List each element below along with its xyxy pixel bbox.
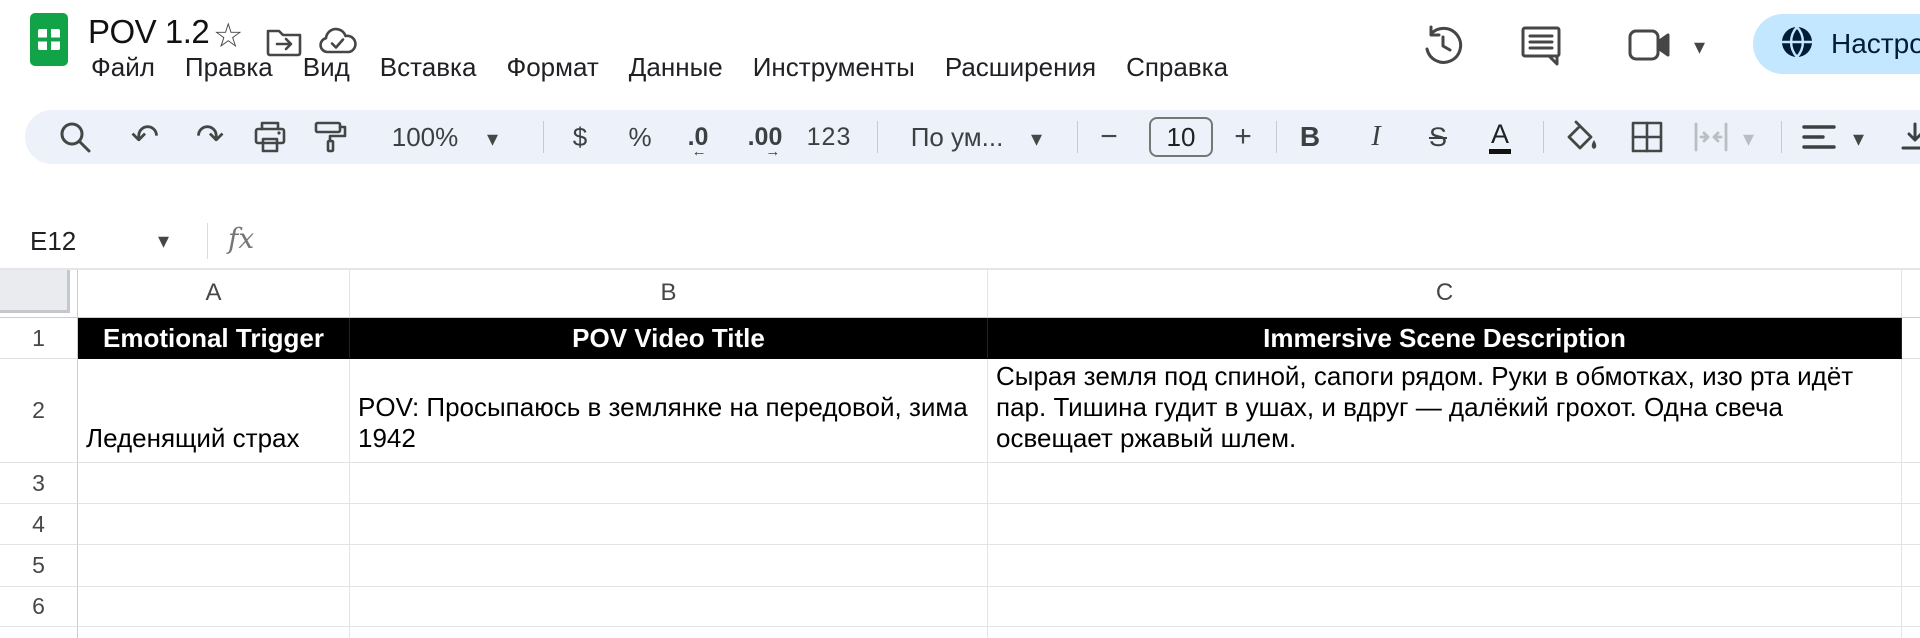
- cell-C1[interactable]: Immersive Scene Description: [988, 318, 1902, 359]
- cell-A6[interactable]: [78, 587, 350, 627]
- globe-icon: [1779, 24, 1815, 65]
- menu-item-view[interactable]: Вид: [288, 50, 365, 85]
- font-select[interactable]: По ум...: [897, 110, 1017, 164]
- row-header-1[interactable]: 1: [0, 318, 78, 359]
- horizontal-align-dropdown-icon: ▾: [1853, 126, 1865, 151]
- cell-A3[interactable]: [78, 463, 350, 504]
- cell-D5-partial[interactable]: [1902, 545, 1920, 587]
- fill-color-icon[interactable]: [1557, 110, 1605, 164]
- cell-D4-partial[interactable]: [1902, 504, 1920, 545]
- cell-C7-partial[interactable]: [988, 627, 1902, 638]
- cell-B6[interactable]: [350, 587, 988, 627]
- row-header-2[interactable]: 2: [0, 359, 78, 463]
- cell-A5[interactable]: [78, 545, 350, 587]
- share-button[interactable]: Настро: [1753, 14, 1920, 74]
- number-format-button[interactable]: 123: [801, 110, 857, 164]
- formula-bar: E12 ▾ fx: [0, 212, 1920, 270]
- row-header-6[interactable]: 6: [0, 587, 78, 627]
- menu-item-help[interactable]: Справка: [1111, 50, 1243, 85]
- cell-A4[interactable]: [78, 504, 350, 545]
- row-header-7-partial[interactable]: [0, 627, 78, 638]
- strikethrough-button[interactable]: S: [1415, 110, 1461, 164]
- font-size-input[interactable]: 10: [1149, 117, 1213, 157]
- cell-B5[interactable]: [350, 545, 988, 587]
- version-history-icon[interactable]: [1420, 22, 1466, 68]
- cell-B2[interactable]: POV: Просыпаюсь в землянке на передовой,…: [350, 359, 988, 463]
- cell-B7-partial[interactable]: [350, 627, 988, 638]
- menu-item-extensions[interactable]: Расширения: [930, 50, 1111, 85]
- text-color-button[interactable]: A: [1477, 110, 1523, 164]
- cell-D2-partial[interactable]: [1902, 359, 1920, 463]
- row-header-3[interactable]: 3: [0, 463, 78, 504]
- cell-D3-partial[interactable]: [1902, 463, 1920, 504]
- cell-B1[interactable]: POV Video Title: [350, 318, 988, 359]
- cell-D1-partial[interactable]: [1902, 318, 1920, 359]
- search-icon[interactable]: [53, 110, 97, 164]
- horizontal-align-icon[interactable]: [1795, 110, 1843, 164]
- cell-C2[interactable]: Сырая земля под спиной, сапоги рядом. Ру…: [988, 359, 1902, 463]
- column-header-D-partial[interactable]: [1902, 270, 1920, 318]
- video-call-dropdown-icon[interactable]: ▾: [1694, 34, 1705, 60]
- sheets-logo[interactable]: [30, 13, 68, 66]
- column-header-A[interactable]: A: [78, 270, 350, 318]
- merge-dropdown-icon: ▾: [1743, 126, 1755, 151]
- decrease-font-size-button[interactable]: −: [1087, 110, 1131, 164]
- borders-icon[interactable]: [1623, 110, 1671, 164]
- zoom-select[interactable]: 100%: [377, 110, 473, 164]
- row-header-4[interactable]: 4: [0, 504, 78, 545]
- menu-item-data[interactable]: Данные: [614, 50, 738, 85]
- decrease-decimal-button[interactable]: .0 ←: [673, 110, 723, 164]
- toolbar: ↶ ↷ 100% ▾ $ % .0 ← .00 → 123 По ум... ▾…: [25, 110, 1920, 164]
- cell-C5[interactable]: [988, 545, 1902, 587]
- column-header-C[interactable]: C: [988, 270, 1902, 318]
- spreadsheet-grid: A B C 1 Emotional Trigger POV Video Titl…: [0, 270, 1920, 638]
- select-all-corner[interactable]: [0, 270, 78, 318]
- cell-A7-partial[interactable]: [78, 627, 350, 638]
- menu-item-file[interactable]: Файл: [76, 50, 170, 85]
- share-button-label: Настро: [1831, 28, 1920, 59]
- font-name: По ум...: [910, 121, 1004, 152]
- menu-item-edit[interactable]: Правка: [170, 50, 288, 85]
- menu-item-insert[interactable]: Вставка: [365, 50, 492, 85]
- cell-B4[interactable]: [350, 504, 988, 545]
- increase-decimal-button[interactable]: .00 →: [737, 110, 793, 164]
- undo-icon[interactable]: ↶: [120, 110, 170, 164]
- video-call-icon[interactable]: [1626, 28, 1674, 62]
- zoom-value: 100%: [391, 121, 459, 152]
- cell-A2[interactable]: Леденящий страх: [78, 359, 350, 463]
- google-sheets-app: POV 1.2 ☆ Файл Правка Вид Вставка Формат…: [0, 0, 1920, 638]
- name-box-dropdown-icon[interactable]: ▾: [158, 228, 169, 254]
- cell-D6-partial[interactable]: [1902, 587, 1920, 627]
- comments-icon[interactable]: [1518, 23, 1564, 67]
- cell-C6[interactable]: [988, 587, 1902, 627]
- merge-cells-icon[interactable]: [1687, 110, 1735, 164]
- format-percent-button[interactable]: %: [617, 110, 663, 164]
- column-header-B[interactable]: B: [350, 270, 988, 318]
- cell-C3[interactable]: [988, 463, 1902, 504]
- bold-button[interactable]: B: [1287, 110, 1333, 164]
- fx-icon: fx: [228, 222, 255, 255]
- zoom-dropdown-icon: ▾: [487, 126, 499, 151]
- menu-bar: Файл Правка Вид Вставка Формат Данные Ин…: [76, 50, 1243, 85]
- menu-item-format[interactable]: Формат: [491, 50, 613, 85]
- document-title[interactable]: POV 1.2: [88, 13, 210, 51]
- cell-A1[interactable]: Emotional Trigger: [78, 318, 350, 359]
- increase-font-size-button[interactable]: +: [1221, 110, 1265, 164]
- sheets-logo-grid: [38, 29, 60, 50]
- menu-item-tools[interactable]: Инструменты: [738, 50, 930, 85]
- formula-input[interactable]: [280, 226, 1900, 256]
- cell-C4[interactable]: [988, 504, 1902, 545]
- vertical-align-icon[interactable]: [1891, 110, 1920, 164]
- row-header-5[interactable]: 5: [0, 545, 78, 587]
- font-dropdown-icon: ▾: [1031, 126, 1043, 151]
- italic-button[interactable]: I: [1353, 110, 1399, 164]
- cell-D7-partial[interactable]: [1902, 627, 1920, 638]
- name-box[interactable]: E12: [30, 226, 76, 257]
- format-currency-button[interactable]: $: [557, 110, 603, 164]
- print-icon[interactable]: [247, 110, 293, 164]
- paint-format-icon[interactable]: [308, 110, 354, 164]
- redo-icon[interactable]: ↷: [185, 110, 235, 164]
- cell-B3[interactable]: [350, 463, 988, 504]
